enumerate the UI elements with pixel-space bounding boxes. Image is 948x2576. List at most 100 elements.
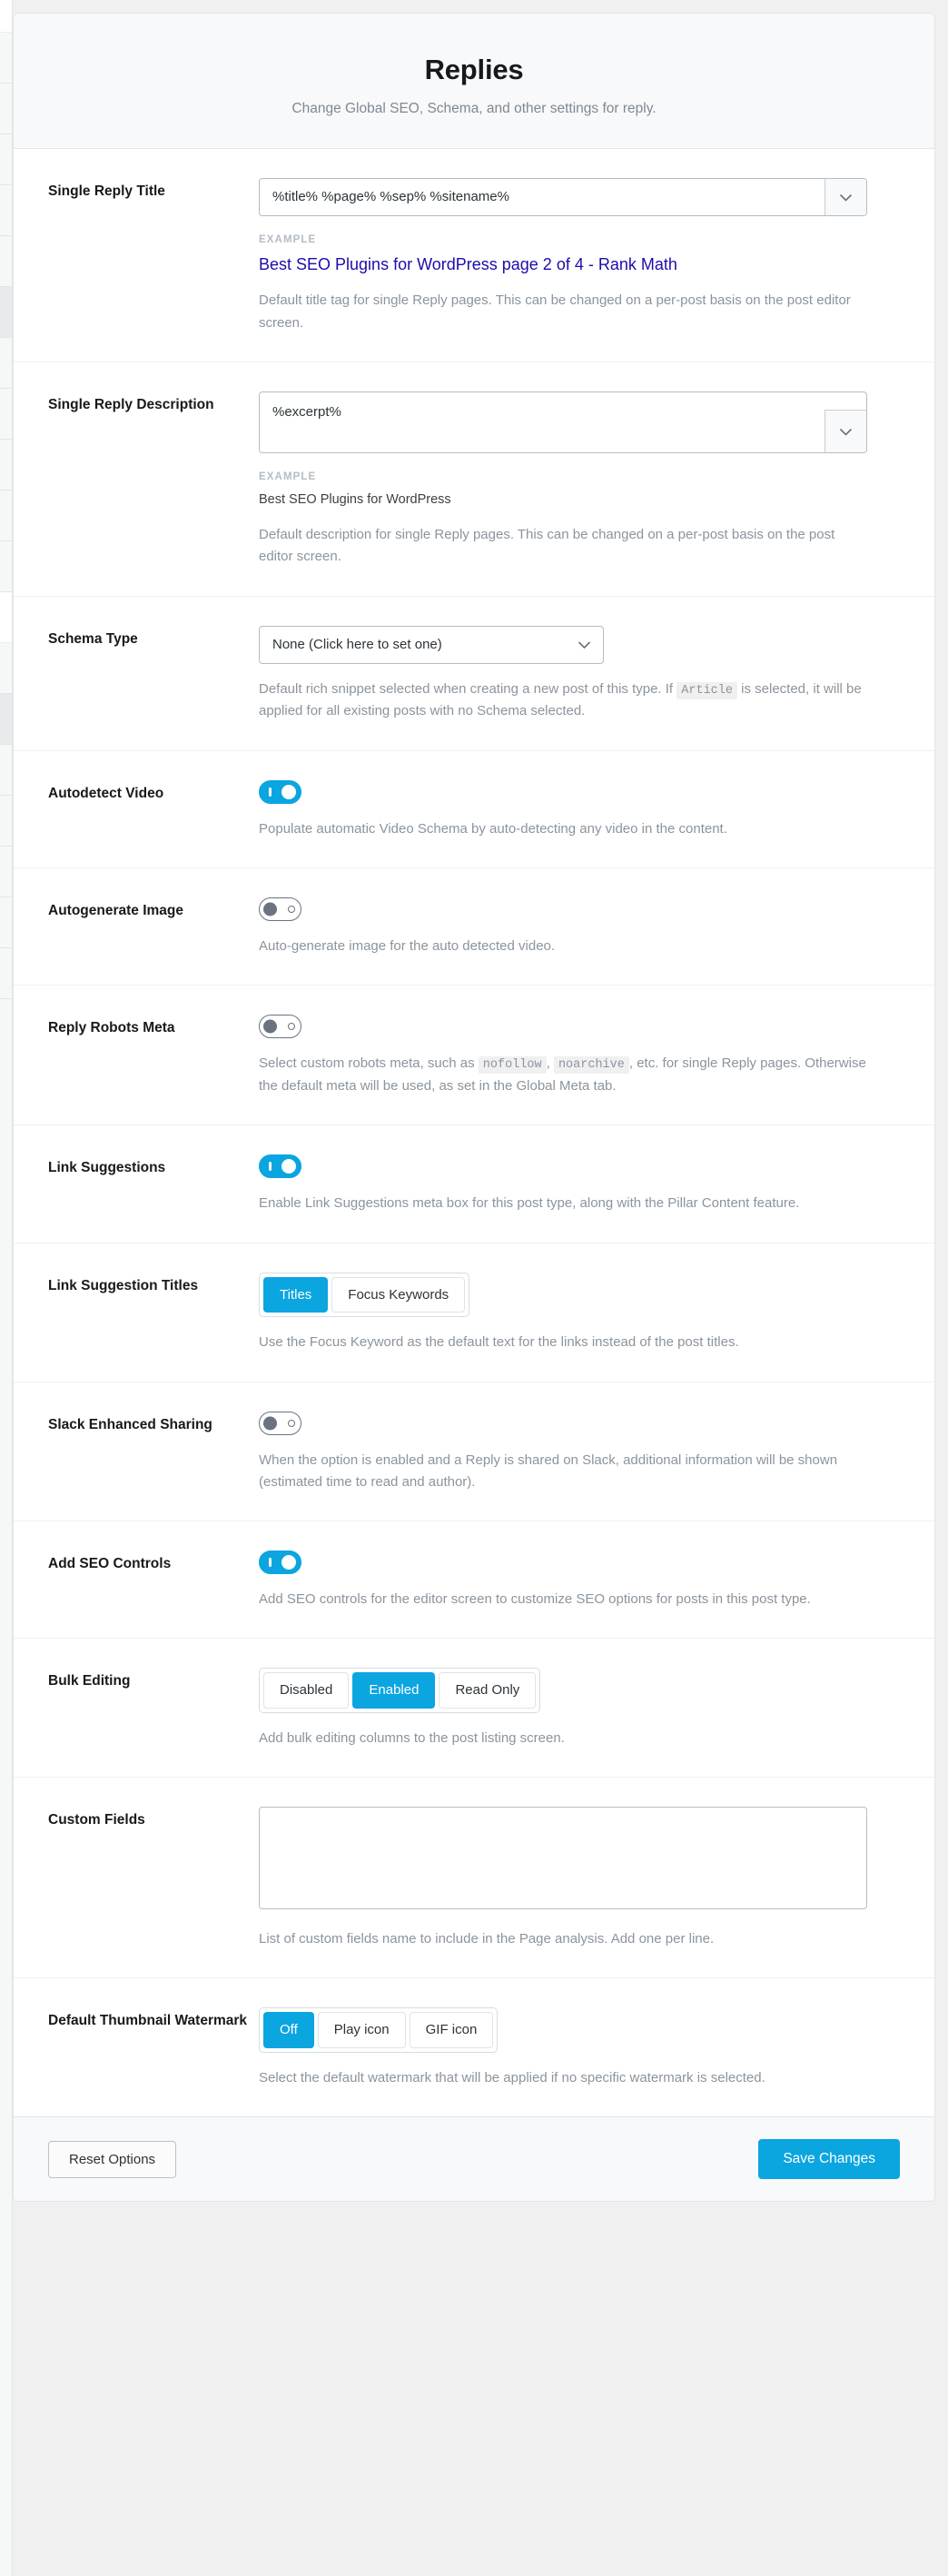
desc-slack-enhanced-sharing: When the option is enabled and a Reply i… bbox=[259, 1451, 838, 1490]
chevron-down-icon bbox=[839, 428, 853, 436]
row-slack-enhanced-sharing: Slack Enhanced Sharing When the option i… bbox=[14, 1382, 934, 1522]
chevron-down-icon bbox=[578, 640, 591, 649]
single-reply-description-input[interactable] bbox=[260, 391, 825, 452]
reply-robots-meta-toggle[interactable] bbox=[259, 1015, 301, 1039]
link-suggestion-titles-option-titles[interactable]: Titles bbox=[263, 1276, 329, 1313]
row-single-reply-description: Single Reply Description EXAMPLE Best SE… bbox=[14, 362, 934, 597]
toggle-knob-icon bbox=[281, 784, 296, 799]
link-suggestion-titles-option-focus-keywords[interactable]: Focus Keywords bbox=[331, 1276, 466, 1313]
desc-default-thumbnail-watermark: Select the default watermark that will b… bbox=[259, 2069, 765, 2086]
sidebar-rail-item[interactable] bbox=[0, 745, 12, 796]
sidebar-rail-item[interactable] bbox=[0, 541, 12, 592]
label-schema-type: Schema Type bbox=[48, 630, 138, 647]
sidebar-rail-item[interactable] bbox=[0, 592, 12, 643]
sidebar-rail-item[interactable] bbox=[0, 847, 12, 897]
label-default-thumbnail-watermark: Default Thumbnail Watermark bbox=[48, 2013, 248, 2029]
desc-add-seo-controls: Add SEO controls for the editor screen t… bbox=[259, 1591, 811, 1608]
row-default-thumbnail-watermark: Default Thumbnail Watermark Off Play ico… bbox=[14, 1978, 934, 2116]
label-custom-fields: Custom Fields bbox=[48, 1812, 145, 1828]
custom-fields-textarea[interactable] bbox=[259, 1807, 867, 1910]
sidebar-rail-item[interactable] bbox=[0, 440, 12, 490]
row-single-reply-title: Single Reply Title EXAMPLE Best SEO Plug… bbox=[14, 149, 934, 362]
label-bulk-editing: Bulk Editing bbox=[48, 1673, 131, 1689]
sidebar-rail-item[interactable] bbox=[0, 796, 12, 847]
field-reply-robots-meta: Select custom robots meta, such as nofol… bbox=[259, 1015, 900, 1097]
save-changes-button[interactable]: Save Changes bbox=[758, 2139, 900, 2180]
panel-footer: Reset Options Save Changes bbox=[14, 2116, 934, 2202]
sidebar-rail-item[interactable] bbox=[0, 490, 12, 541]
sidebar-rail-item[interactable] bbox=[0, 389, 12, 440]
sidebar-rail-item-active[interactable] bbox=[0, 287, 12, 338]
toggle-knob-icon bbox=[263, 1019, 277, 1034]
field-link-suggestion-titles: Titles Focus Keywords Use the Focus Keyw… bbox=[259, 1272, 900, 1354]
schema-type-selected-value: None (Click here to set one) bbox=[272, 637, 442, 652]
sidebar-rail-item[interactable] bbox=[0, 33, 12, 84]
label-autodetect-video: Autodetect Video bbox=[48, 785, 164, 801]
panel-body: Single Reply Title EXAMPLE Best SEO Plug… bbox=[14, 149, 934, 2117]
watermark-option-off[interactable]: Off bbox=[263, 2012, 314, 2048]
watermark-option-play-icon[interactable]: Play icon bbox=[317, 2012, 406, 2048]
desc-custom-fields: List of custom fields name to include in… bbox=[259, 1931, 715, 1947]
desc-single-reply-title: Default title tag for single Reply pages… bbox=[259, 292, 851, 331]
toggle-knob-icon bbox=[281, 1159, 296, 1174]
variable-dropdown-button[interactable] bbox=[825, 179, 866, 215]
sidebar-rail-item[interactable] bbox=[0, 134, 12, 185]
sidebar-rail-item-active[interactable] bbox=[0, 694, 12, 745]
field-slack-enhanced-sharing: When the option is enabled and a Reply i… bbox=[259, 1411, 900, 1494]
schema-type-select[interactable]: None (Click here to set one) bbox=[259, 625, 604, 664]
code-nofollow: nofollow bbox=[478, 1056, 547, 1075]
bulk-editing-option-read-only[interactable]: Read Only bbox=[439, 1672, 537, 1709]
add-seo-controls-toggle[interactable] bbox=[259, 1551, 301, 1575]
variable-dropdown-button[interactable] bbox=[825, 409, 866, 452]
autogenerate-image-toggle[interactable] bbox=[259, 897, 301, 921]
field-custom-fields: List of custom fields name to include in… bbox=[259, 1807, 900, 1950]
bulk-editing-option-enabled[interactable]: Enabled bbox=[352, 1672, 436, 1709]
sidebar-rail-item[interactable] bbox=[0, 0, 12, 33]
field-add-seo-controls: Add SEO controls for the editor screen t… bbox=[259, 1551, 900, 1610]
sidebar-rail-partial bbox=[0, 0, 13, 2576]
example-serp-description: Best SEO Plugins for WordPress bbox=[259, 491, 451, 507]
label-single-reply-title: Single Reply Title bbox=[48, 183, 165, 199]
desc-reply-robots-meta: Select custom robots meta, such as nofol… bbox=[259, 1053, 867, 1097]
desc-link-suggestions: Enable Link Suggestions meta box for thi… bbox=[259, 1195, 800, 1212]
bulk-editing-option-disabled[interactable]: Disabled bbox=[263, 1672, 350, 1709]
label-autogenerate-image: Autogenerate Image bbox=[48, 902, 184, 918]
chevron-down-icon bbox=[839, 193, 853, 202]
sidebar-rail-item[interactable] bbox=[0, 338, 12, 389]
row-schema-type: Schema Type None (Click here to set one)… bbox=[14, 597, 934, 751]
label-reply-robots-meta: Reply Robots Meta bbox=[48, 1020, 175, 1036]
desc-autodetect-video: Populate automatic Video Schema by auto-… bbox=[259, 820, 727, 837]
desc-separator: , bbox=[546, 1055, 550, 1072]
toggle-bar-icon bbox=[269, 1162, 272, 1172]
default-thumbnail-watermark-group: Off Play icon GIF icon bbox=[259, 2007, 499, 2053]
slack-enhanced-sharing-toggle[interactable] bbox=[259, 1411, 301, 1435]
row-bulk-editing: Bulk Editing Disabled Enabled Read Only … bbox=[14, 1639, 934, 1778]
autodetect-video-toggle[interactable] bbox=[259, 779, 301, 804]
desc-autogenerate-image: Auto-generate image for the auto detecte… bbox=[259, 937, 556, 954]
sidebar-rail-item[interactable] bbox=[0, 948, 12, 999]
toggle-knob-icon bbox=[281, 1555, 296, 1570]
row-link-suggestions: Link Suggestions Enable Link Suggestions… bbox=[14, 1125, 934, 1243]
toggle-circle-icon bbox=[288, 905, 295, 913]
field-single-reply-description: EXAMPLE Best SEO Plugins for WordPress D… bbox=[259, 391, 900, 569]
example-label: EXAMPLE bbox=[259, 471, 317, 482]
toggle-bar-icon bbox=[269, 1558, 272, 1568]
bulk-editing-group: Disabled Enabled Read Only bbox=[259, 1668, 541, 1713]
label-single-reply-description: Single Reply Description bbox=[48, 396, 214, 412]
sidebar-rail-item[interactable] bbox=[0, 185, 12, 236]
sidebar-rail-item[interactable] bbox=[0, 236, 12, 287]
single-reply-description-input-group bbox=[259, 391, 867, 453]
sidebar-rail-item[interactable] bbox=[0, 897, 12, 948]
settings-panel: Replies Change Global SEO, Schema, and o… bbox=[13, 13, 935, 2203]
single-reply-title-input-group bbox=[259, 178, 867, 216]
row-add-seo-controls: Add SEO Controls Add SEO controls for th… bbox=[14, 1521, 934, 1640]
reset-options-button[interactable]: Reset Options bbox=[48, 2140, 177, 2178]
desc-single-reply-description: Default description for single Reply pag… bbox=[259, 526, 835, 565]
link-suggestions-toggle[interactable] bbox=[259, 1154, 301, 1179]
example-serp-title: Best SEO Plugins for WordPress page 2 of… bbox=[259, 255, 677, 273]
sidebar-rail-item[interactable] bbox=[0, 84, 12, 134]
watermark-option-gif-icon[interactable]: GIF icon bbox=[409, 2012, 494, 2048]
code-noarchive: noarchive bbox=[553, 1056, 629, 1075]
single-reply-title-input[interactable] bbox=[260, 179, 825, 215]
sidebar-rail-item[interactable] bbox=[0, 643, 12, 694]
